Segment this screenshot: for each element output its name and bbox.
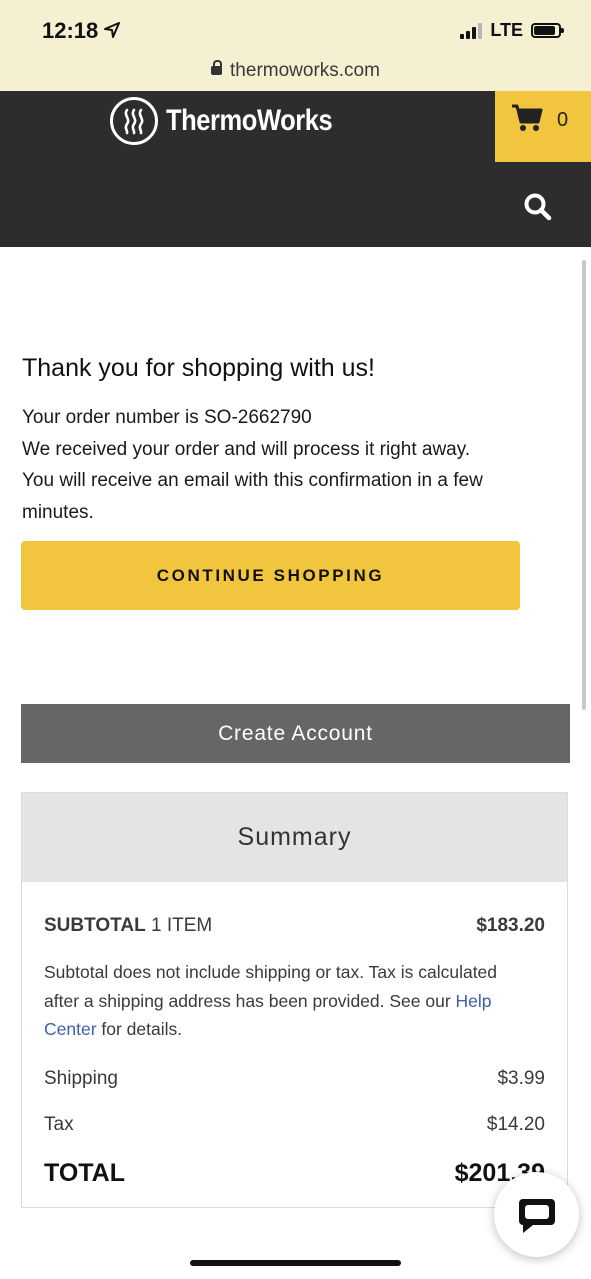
address-bar[interactable]: thermoworks.com [0, 60, 591, 82]
brand-logo[interactable]: ThermoWorks [110, 97, 362, 145]
order-summary-panel: Summary SUBTOTAL 1 ITEM $183.20 Subtotal… [21, 792, 568, 1208]
search-icon[interactable] [523, 192, 553, 222]
shipping-value: $3.99 [497, 1068, 545, 1089]
network-label: LTE [490, 20, 523, 40]
order-number-line: Your order number is SO-2662790 [22, 407, 312, 428]
order-received-line: We received your order and will process … [22, 438, 471, 460]
tax-label: Tax [44, 1114, 74, 1135]
thank-you-heading: Thank you for shopping with us! [22, 354, 375, 382]
note-text-end: for details. [96, 1019, 183, 1039]
site-header: ThermoWorks 0 [0, 91, 591, 247]
battery-icon [531, 23, 564, 38]
chat-button[interactable] [494, 1172, 579, 1257]
cart-icon [512, 104, 543, 131]
brand-name: ThermoWorks [166, 104, 333, 137]
confirmation-text: Your order number is SO-2662790 We recei… [22, 402, 542, 528]
total-row: TOTAL $201.39 [44, 1159, 545, 1188]
subtotal-value: $183.20 [476, 915, 545, 936]
lock-icon [211, 60, 223, 75]
url-text: thermoworks.com [230, 60, 380, 81]
signal-icon [460, 22, 483, 39]
location-arrow-icon [104, 22, 120, 38]
tax-row: Tax $14.20 [44, 1114, 545, 1136]
subtotal-label-text: SUBTOTAL [44, 915, 146, 936]
cart-count: 0 [557, 109, 569, 131]
subtotal-row: SUBTOTAL 1 ITEM $183.20 [44, 915, 545, 937]
page-scrollbar[interactable] [582, 260, 586, 710]
tax-value: $14.20 [486, 1114, 545, 1135]
browser-chrome: 12:18 LTE thermoworks.com [0, 0, 591, 91]
home-indicator[interactable] [190, 1260, 401, 1266]
note-text: Subtotal does not include shipping or ta… [44, 962, 498, 1011]
summary-heading: Summary [22, 793, 567, 882]
status-time: 12:18 [42, 18, 99, 43]
continue-shopping-button[interactable]: CONTINUE SHOPPING [21, 541, 520, 610]
email-notice-line: You will receive an email with this conf… [22, 470, 483, 523]
shipping-label: Shipping [44, 1068, 118, 1089]
subtotal-item-count: 1 ITEM [150, 915, 213, 936]
create-account-button[interactable]: Create Account [21, 704, 570, 763]
thermoworks-logo-icon [110, 97, 158, 145]
subtotal-note: Subtotal does not include shipping or ta… [44, 958, 527, 1044]
status-indicators: LTE [460, 20, 564, 41]
shipping-row: Shipping $3.99 [44, 1068, 545, 1090]
cart-button[interactable]: 0 [495, 91, 591, 162]
subtotal-label: SUBTOTAL 1 ITEM [44, 915, 212, 937]
chat-icon [518, 1198, 555, 1233]
total-label: TOTAL [44, 1159, 126, 1187]
